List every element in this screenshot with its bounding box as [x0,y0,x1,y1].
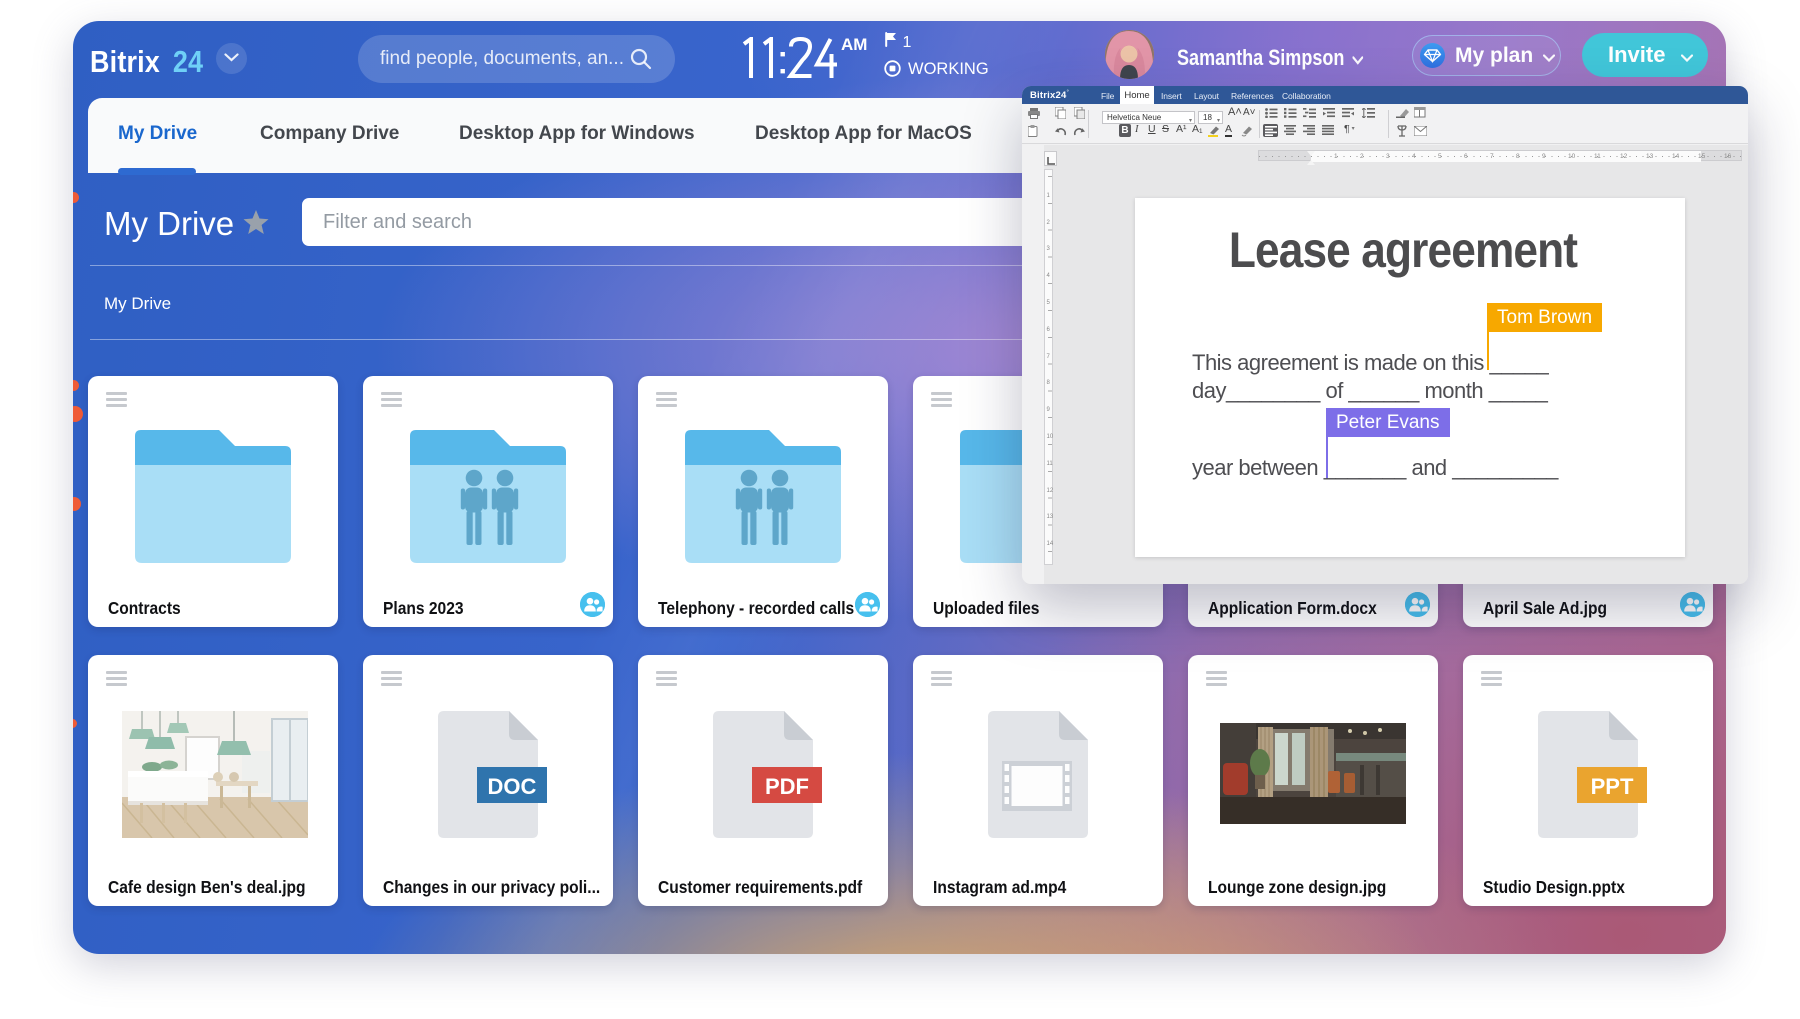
svg-text:DOC: DOC [488,774,537,799]
svg-text:PPT: PPT [1591,774,1634,799]
svg-text:PDF: PDF [765,774,809,799]
